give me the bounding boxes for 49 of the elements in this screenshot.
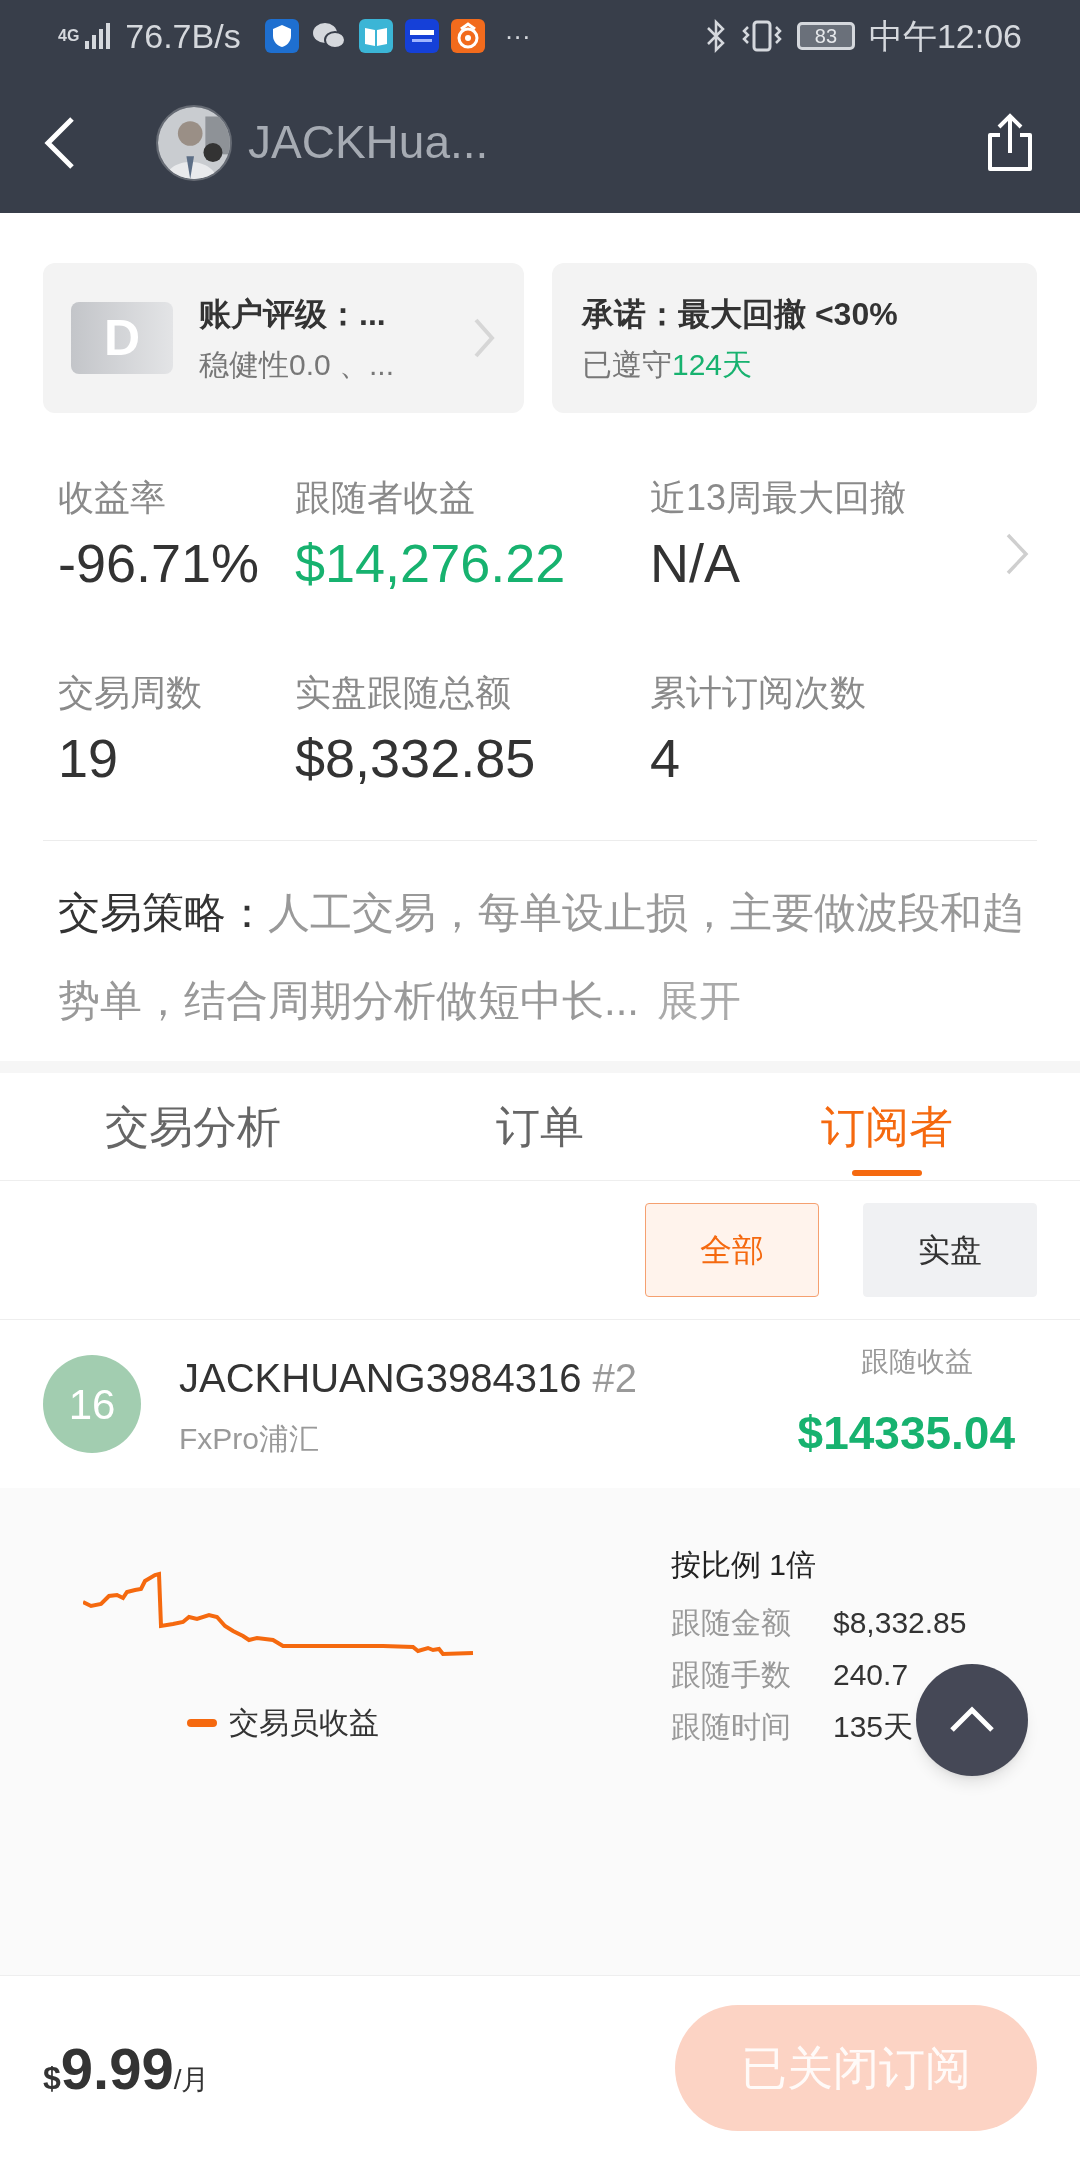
shield-icon	[264, 19, 299, 53]
bluetooth-icon	[704, 19, 727, 53]
broker-name: FxPro浦汇	[179, 1420, 320, 1457]
book-icon	[358, 19, 393, 53]
stat-label: 跟随者收益	[295, 476, 476, 520]
stat-value: $14,276.22	[295, 532, 566, 595]
stat-value: 19	[58, 726, 119, 790]
detail-value: $8,332.85	[833, 1605, 967, 1641]
price: $9.99/月	[43, 2034, 210, 2103]
detail-value: 135天	[833, 1709, 914, 1745]
stat-value: $8,332.85	[295, 726, 536, 790]
subscriber-name: JACKHUANG3984316 #2	[179, 1354, 638, 1402]
stat-value: N/A	[650, 532, 741, 595]
app-icon	[404, 19, 439, 53]
battery-indicator: 83	[796, 22, 855, 50]
chevron-up-icon	[948, 1706, 996, 1734]
vibrate-icon	[740, 19, 783, 53]
ratio-title: 按比例 1倍	[671, 1547, 818, 1583]
legend-swatch	[187, 1718, 217, 1727]
rating-title: 账户评级：...	[199, 294, 387, 334]
stat-label: 交易周数	[58, 670, 203, 715]
profit-value: $14335.04	[797, 1405, 1015, 1461]
network-speed: 76.7B/s	[125, 15, 241, 57]
legend-label: 交易员收益	[229, 1705, 379, 1741]
trader-name: JACKHua...	[248, 115, 489, 170]
tab[interactable]: 订单	[366, 1073, 714, 1180]
network-type: 4G	[58, 28, 80, 44]
stat-label: 累计订阅次数	[650, 670, 867, 715]
stat-label: 实盘跟随总额	[295, 670, 512, 715]
detail-label: 跟随手数	[671, 1657, 792, 1693]
detail-label: 跟随时间	[671, 1709, 792, 1745]
stat-label: 近13周最大回撤	[650, 476, 908, 520]
strategy-text: 交易策略：人工交易，每单设止损，主要做波段和趋势单，结合周期分析做短中长... 展开	[57, 888, 1025, 1026]
more-notifications: ···	[504, 19, 531, 53]
stat-value: 4	[650, 726, 681, 790]
stat-label: 收益率	[58, 476, 167, 520]
detail-value: 240.7	[833, 1657, 909, 1693]
rating-subtitle: 稳健性0.0 、...	[199, 346, 395, 383]
filter-button[interactable]: 实盘	[863, 1203, 1037, 1297]
rank-badge: 16	[43, 1355, 141, 1453]
tab[interactable]: 交易分析	[20, 1073, 367, 1180]
clock: 中午12:06	[868, 15, 1022, 57]
profit-label: 跟随收益	[861, 1344, 974, 1379]
chevron-right-icon	[472, 316, 496, 360]
promise-title: 承诺：最大回撤 <30%	[582, 294, 899, 334]
detail-label: 跟随金额	[671, 1605, 792, 1641]
tab[interactable]: 订阅者	[713, 1073, 1060, 1180]
compliance-days: 已遵守124天	[582, 341, 1007, 387]
stat-value: -96.71%	[58, 532, 260, 595]
